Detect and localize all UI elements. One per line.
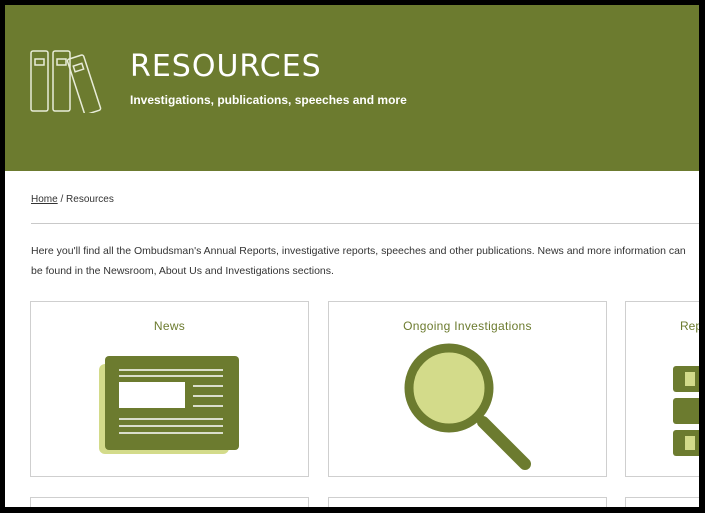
intro-paragraph: Here you'll find all the Ombudsman's Ann… [31,241,699,281]
intro-line: Here you'll find all the Ombudsman's Ann… [31,245,686,257]
breadcrumb-separator: / [60,194,64,205]
card-title: News [153,319,186,333]
news-card[interactable]: News [30,301,309,477]
intro-line: be found in the Newsroom, About Us and I… [31,265,334,277]
binders-icon [30,50,102,113]
page-frame: RESOURCES Investigations, publications, … [5,5,699,507]
newspaper-icon [99,356,239,454]
hero-banner: RESOURCES Investigations, publications, … [5,5,699,171]
card-title: Ongoing Investigations [403,319,532,333]
magnifier-icon [404,343,531,470]
card[interactable] [30,497,309,507]
page-subtitle: Investigations, publications, speeches a… [130,93,407,107]
divider [31,223,699,224]
reports-card[interactable]: Rep [625,301,699,477]
breadcrumb: Home / Resources [31,194,114,205]
breadcrumb-current: Resources [66,194,114,205]
ongoing-investigations-card[interactable]: Ongoing Investigations [328,301,607,477]
page-title: RESOURCES [130,49,322,84]
card[interactable] [625,497,699,507]
card[interactable] [328,497,607,507]
card-title: Rep [680,319,699,333]
breadcrumb-home-link[interactable]: Home [31,194,58,205]
reports-icon [673,366,699,456]
